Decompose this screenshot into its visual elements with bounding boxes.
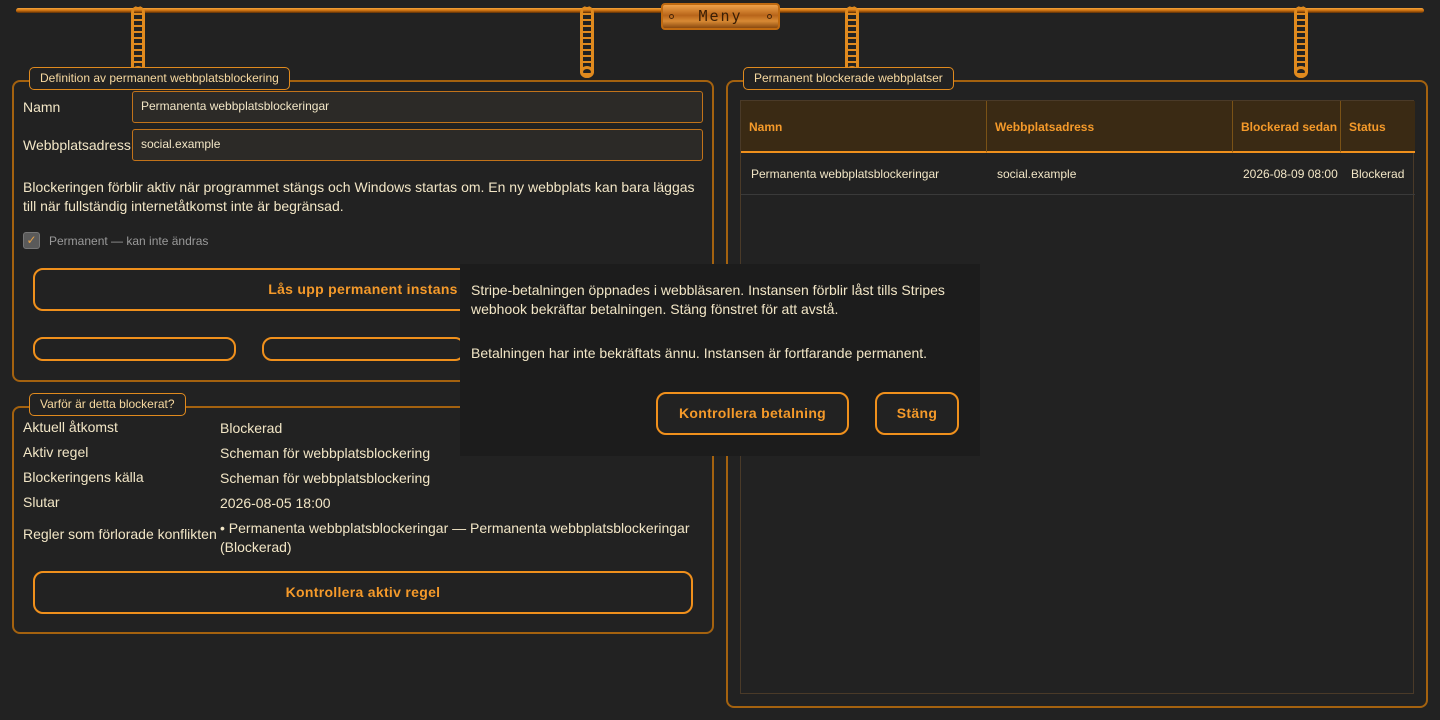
dialog-status-message: Betalningen har inte bekräftats ännu. In…	[471, 345, 928, 361]
check-payment-button[interactable]: Kontrollera betalning	[656, 392, 849, 435]
column-header-address[interactable]: Webbplatsadress	[987, 101, 1233, 153]
permanent-checkbox-label: Permanent — kan inte ändras	[49, 234, 209, 248]
info-row: Blockeringens källa Scheman för webbplat…	[23, 469, 703, 493]
address-label: Webbplatsadress	[23, 137, 131, 153]
check-mark-icon: ✓	[26, 233, 37, 247]
info-row: Slutar 2026-08-05 18:00	[23, 494, 703, 518]
rivet-icon	[669, 14, 674, 19]
info-value: 2026-08-05 18:00	[220, 495, 331, 511]
table-cell[interactable]: 2026-08-09 08:00	[1233, 153, 1341, 195]
blocked-sites-legend: Permanent blockerade webbplatser	[743, 67, 954, 90]
table-cell[interactable]: Permanenta webbplatsblockeringar	[741, 153, 987, 195]
info-key: Aktiv regel	[23, 444, 89, 460]
rivet-icon	[767, 14, 772, 19]
column-header-name[interactable]: Namn	[741, 101, 987, 153]
menu-button[interactable]: Meny	[661, 3, 780, 30]
menu-button-label: Meny	[698, 7, 743, 25]
secondary-button[interactable]	[262, 337, 465, 361]
dialog-message: Stripe-betalningen öppnades i webbläsare…	[471, 282, 945, 317]
info-value: Scheman för webbplatsblockering	[220, 470, 431, 486]
table-cell[interactable]: social.example	[987, 153, 1233, 195]
definition-description: Blockeringen förblir aktiv när programme…	[23, 179, 695, 214]
column-header-blocked-since[interactable]: Blockerad sedan	[1233, 101, 1341, 153]
payment-dialog: Stripe-betalningen öppnades i webbläsare…	[460, 264, 980, 456]
close-button[interactable]: Stäng	[875, 392, 959, 435]
info-key: Aktuell åtkomst	[23, 419, 118, 435]
info-key: Blockeringens källa	[23, 469, 144, 485]
secondary-button[interactable]	[33, 337, 236, 361]
info-row: Regler som förlorade konflikten • Perman…	[23, 519, 703, 559]
info-value: • Permanenta webbplatsblockeringar — Per…	[220, 520, 690, 555]
chain-link-icon	[1294, 66, 1308, 78]
address-field[interactable]: social.example	[132, 129, 703, 161]
table-cell[interactable]: Blockerad	[1341, 153, 1415, 195]
permanent-checkbox[interactable]: ✓	[23, 232, 40, 249]
check-active-rule-button[interactable]: Kontrollera aktiv regel	[33, 571, 693, 614]
info-key: Slutar	[23, 494, 60, 510]
name-field[interactable]: Permanenta webbplatsblockeringar	[132, 91, 703, 123]
column-header-status[interactable]: Status	[1341, 101, 1415, 153]
why-blocked-legend: Varför är detta blockerat?	[29, 393, 186, 416]
chain-link-icon	[580, 66, 594, 78]
info-key: Regler som förlorade konflikten	[23, 526, 217, 542]
name-label: Namn	[23, 99, 61, 115]
definition-legend: Definition av permanent webbplatsblocker…	[29, 67, 290, 90]
